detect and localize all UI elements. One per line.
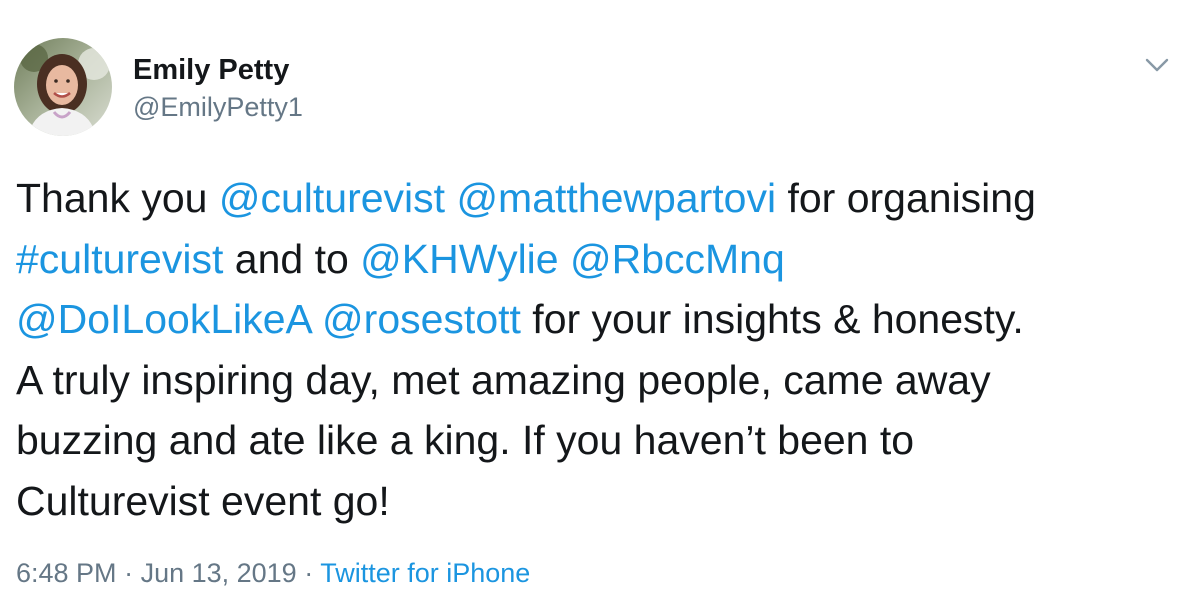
mention-link-culturevist[interactable]: @culturevist: [219, 175, 445, 221]
text-segment: [311, 296, 322, 342]
text-segment: for organising: [776, 175, 1036, 221]
meta-separator: ·: [116, 558, 141, 588]
text-segment: [559, 236, 570, 282]
author-name[interactable]: Emily Petty: [133, 54, 289, 87]
text-segment: Culturevist event go!: [16, 477, 390, 524]
tweet-line: #culturevist and to @KHWylie @RbccMnq: [16, 229, 1176, 290]
text-segment: buzzing and ate like a king. If you have…: [16, 417, 915, 463]
tweet-line: A truly inspiring day, met amazing peopl…: [16, 350, 1176, 411]
tweet-line: @DoILookLikeA @rosestott for your insigh…: [16, 289, 1176, 350]
tweet-text: Thank you @culturevist @matthewpartovi f…: [16, 168, 1176, 531]
mention-link-matthewpartovi[interactable]: @matthewpartovi: [456, 175, 776, 221]
text-segment: A truly inspiring day, met amazing peopl…: [16, 356, 991, 403]
text-segment: [445, 175, 456, 221]
chevron-down-icon[interactable]: [1140, 50, 1174, 80]
tweet-date[interactable]: Jun 13, 2019: [141, 558, 297, 588]
hashtag-link-culturevist[interactable]: #culturevist: [16, 236, 223, 282]
text-segment: for your insights & honesty.: [520, 296, 1024, 342]
tweet-line: Thank you @culturevist @matthewpartovi f…: [16, 168, 1176, 229]
avatar[interactable]: [14, 38, 112, 136]
tweet-line: Culturevist event go!: [16, 471, 1176, 532]
meta-separator: ·: [296, 558, 321, 588]
mention-link-doilooklikea[interactable]: @DoILookLikeA: [16, 296, 311, 342]
tweet-time[interactable]: 6:48 PM: [16, 558, 117, 588]
tweet-metadata: 6:48 PM · Jun 13, 2019 · Twitter for iPh…: [16, 558, 530, 589]
tweet-line: buzzing and ate like a king. If you have…: [16, 410, 1176, 471]
mention-link-rbccmnq[interactable]: @RbccMnq: [570, 236, 785, 282]
mention-link-khwylie[interactable]: @KHWylie: [360, 236, 558, 282]
mention-link-rosestott[interactable]: @rosestott: [322, 296, 521, 342]
author-handle[interactable]: @EmilyPetty1: [133, 92, 303, 123]
tweet-source-link[interactable]: Twitter for iPhone: [320, 558, 530, 588]
text-segment: Thank you: [16, 175, 219, 221]
profile-photo-icon: [14, 38, 112, 136]
tweet-card: Emily Petty @EmilyPetty1 Thank you @cult…: [0, 0, 1188, 616]
text-segment: and to: [223, 235, 361, 282]
